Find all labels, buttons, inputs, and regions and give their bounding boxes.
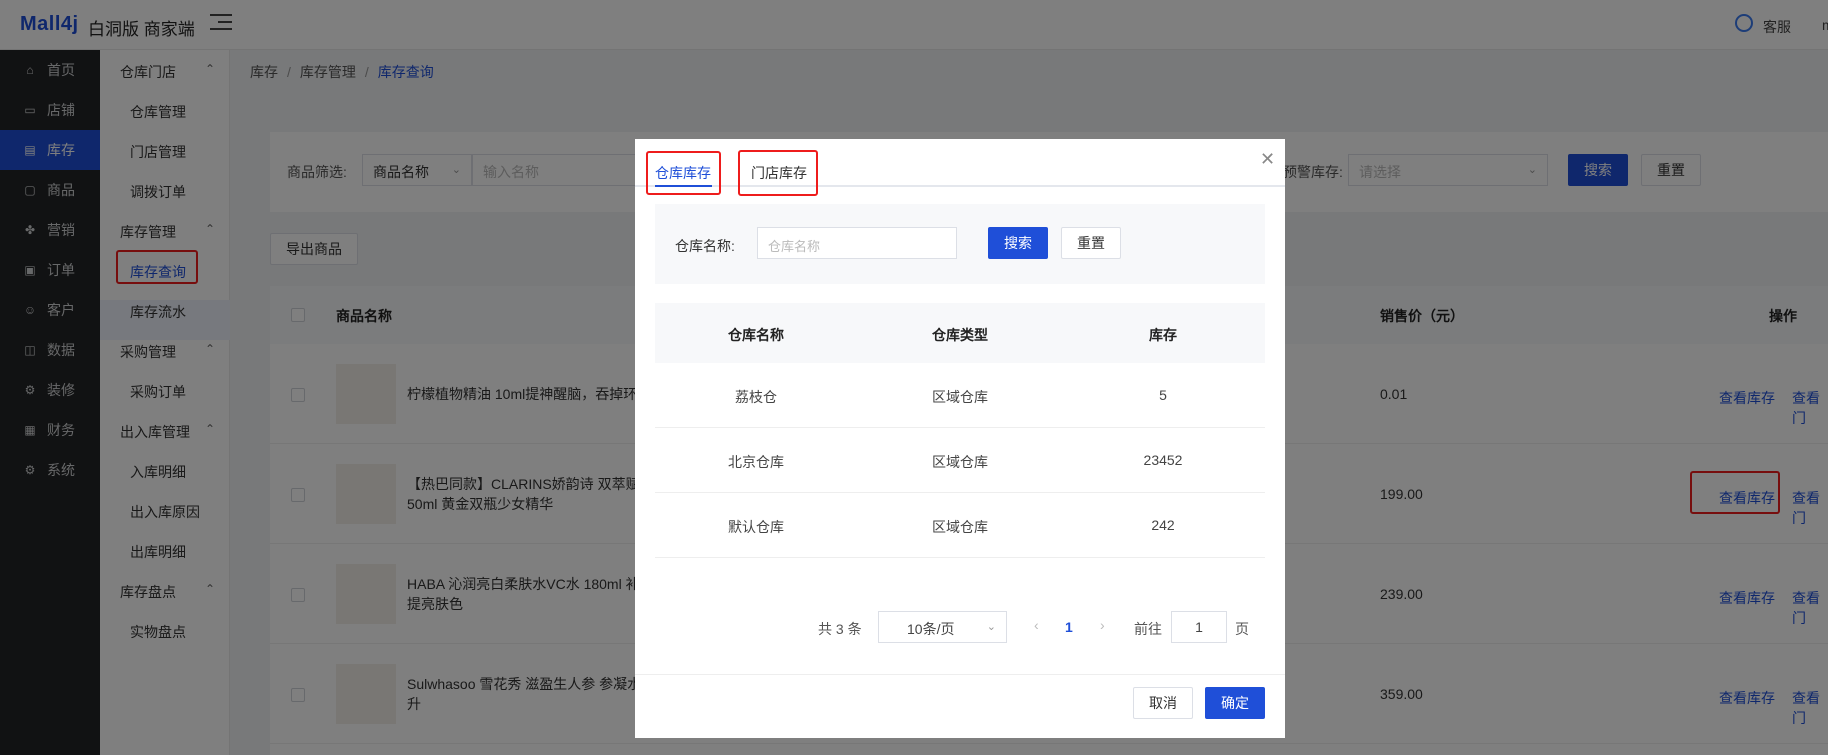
dialog-search-button[interactable]: 搜索 bbox=[988, 227, 1048, 259]
warehouse-name-input[interactable]: 仓库名称 bbox=[757, 227, 957, 259]
cancel-button[interactable]: 取消 bbox=[1133, 687, 1193, 719]
close-icon[interactable]: ✕ bbox=[1260, 149, 1275, 170]
cell-warehouse-name: 荔枝仓 bbox=[735, 389, 777, 405]
page-suffix: 页 bbox=[1235, 621, 1249, 637]
cell-stock: 242 bbox=[1151, 517, 1175, 533]
dialog-footer-divider bbox=[635, 674, 1285, 675]
prev-page-icon[interactable]: ‹ bbox=[1034, 617, 1039, 633]
warehouse-name-label: 仓库名称: bbox=[675, 238, 735, 254]
next-page-icon[interactable]: › bbox=[1100, 617, 1105, 633]
goto-page-input[interactable]: 1 bbox=[1171, 611, 1227, 643]
col-warehouse-name: 仓库名称 bbox=[728, 327, 784, 343]
cell-stock: 5 bbox=[1159, 387, 1167, 403]
annotation-box-1 bbox=[646, 151, 721, 195]
col-stock: 库存 bbox=[1149, 327, 1177, 343]
pager-total: 共 3 条 bbox=[818, 621, 862, 637]
cell-stock: 23452 bbox=[1143, 452, 1183, 468]
goto-label: 前往 bbox=[1134, 621, 1162, 637]
page-size-select[interactable]: 10条/页 ⌄ bbox=[878, 611, 1007, 643]
dialog-reset-button[interactable]: 重置 bbox=[1061, 227, 1121, 259]
cell-warehouse-type: 区域仓库 bbox=[932, 519, 988, 535]
annotation-box-2 bbox=[738, 150, 818, 196]
table-row: 默认仓库 区域仓库 242 bbox=[655, 493, 1265, 558]
chevron-down-icon: ⌄ bbox=[986, 621, 996, 633]
table-row: 北京仓库 区域仓库 23452 bbox=[655, 428, 1265, 493]
cell-warehouse-type: 区域仓库 bbox=[932, 389, 988, 405]
col-warehouse-type: 仓库类型 bbox=[932, 327, 988, 343]
confirm-button[interactable]: 确定 bbox=[1205, 687, 1265, 719]
page-number-current[interactable]: 1 bbox=[1065, 619, 1073, 635]
cell-warehouse-name: 北京仓库 bbox=[728, 454, 784, 470]
dialog-tabs: 仓库库存 门店库存 bbox=[635, 139, 1285, 187]
cell-warehouse-name: 默认仓库 bbox=[728, 519, 784, 535]
cell-warehouse-type: 区域仓库 bbox=[932, 454, 988, 470]
dialog-search-panel bbox=[655, 204, 1265, 284]
table-row: 荔枝仓 区域仓库 5 bbox=[655, 363, 1265, 428]
